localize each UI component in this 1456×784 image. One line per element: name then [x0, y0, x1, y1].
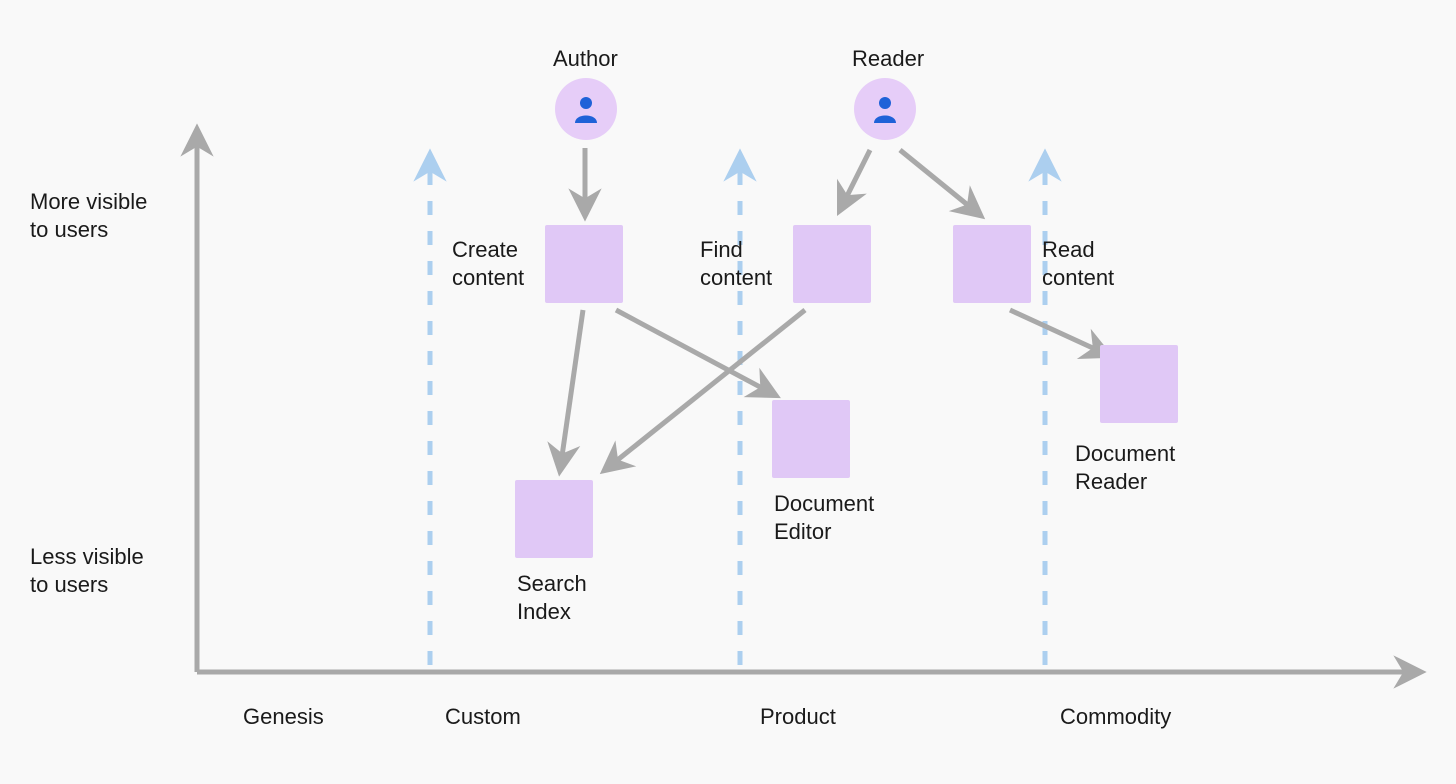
actor-author-label: Author [553, 45, 618, 73]
y-axis-bottom-label: Less visibleto users [30, 543, 180, 598]
node-read-content-label: Readcontent [1042, 236, 1142, 291]
node-read-content [953, 225, 1031, 303]
diagram-lines [0, 0, 1456, 784]
node-find-content-label: Findcontent [700, 236, 790, 291]
y-axis-top-label: More visibleto users [30, 188, 180, 243]
x-stage-custom: Custom [445, 703, 521, 731]
person-icon [573, 95, 599, 123]
x-stage-genesis: Genesis [243, 703, 324, 731]
node-find-content [793, 225, 871, 303]
node-create-content [545, 225, 623, 303]
x-stage-product: Product [760, 703, 836, 731]
node-search-index [515, 480, 593, 558]
x-stage-commodity: Commodity [1060, 703, 1171, 731]
actor-reader-label: Reader [852, 45, 924, 73]
actor-reader [854, 78, 916, 140]
node-search-index-label: SearchIndex [517, 570, 637, 625]
wardley-map: More visibleto users Less visibleto user… [0, 0, 1456, 784]
node-document-reader [1100, 345, 1178, 423]
person-icon [872, 95, 898, 123]
actor-author [555, 78, 617, 140]
node-document-editor-label: DocumentEditor [774, 490, 914, 545]
node-create-content-label: Createcontent [452, 236, 542, 291]
node-document-reader-label: DocumentReader [1075, 440, 1225, 495]
node-document-editor [772, 400, 850, 478]
